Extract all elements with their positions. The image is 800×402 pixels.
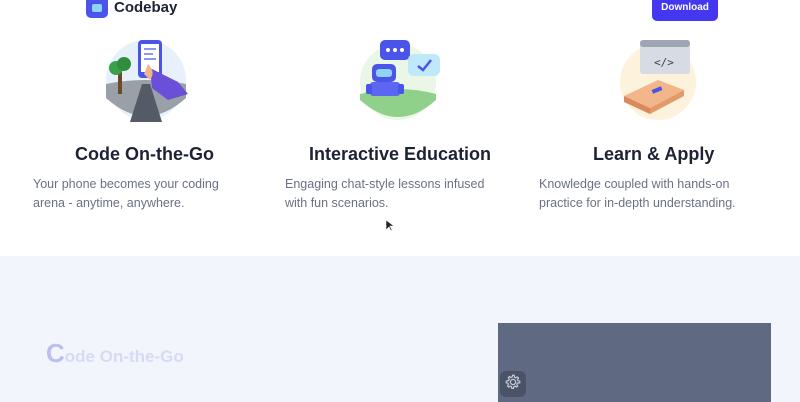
feature-description: Knowledge coupled with hands-on practice… (539, 177, 736, 210)
download-button[interactable]: Download (652, 0, 718, 21)
gear-icon (504, 373, 522, 396)
feature-title: Code On-the-Go (75, 144, 214, 164)
feature-title: Interactive Education (309, 144, 492, 164)
code-on-the-go-section: Code On-the-Go (0, 256, 800, 402)
section-heading: Code On-the-Go (46, 338, 184, 369)
brand-logo[interactable]: Codebay (86, 0, 177, 18)
phone-coding-illustration-icon (104, 38, 188, 122)
heading-rest: ode On-the-Go (64, 347, 184, 366)
demo-video-panel[interactable] (498, 323, 771, 402)
top-bar: Codebay Download (0, 0, 800, 24)
feature-description: Your phone becomes your coding arena - a… (33, 177, 219, 210)
settings-button[interactable] (500, 371, 526, 397)
book-code-illustration-icon: </> (618, 38, 702, 122)
svg-text:</>: </> (654, 56, 674, 69)
mouse-cursor-icon (385, 219, 395, 237)
heading-first-letter: C (46, 338, 65, 368)
brand-name: Codebay (114, 0, 178, 16)
robot-chat-illustration-icon (358, 38, 442, 122)
feature-description: Engaging chat-style lessons infused with… (285, 177, 485, 210)
codebay-logo-icon (86, 0, 108, 18)
feature-title: Learn & Apply (593, 144, 715, 164)
